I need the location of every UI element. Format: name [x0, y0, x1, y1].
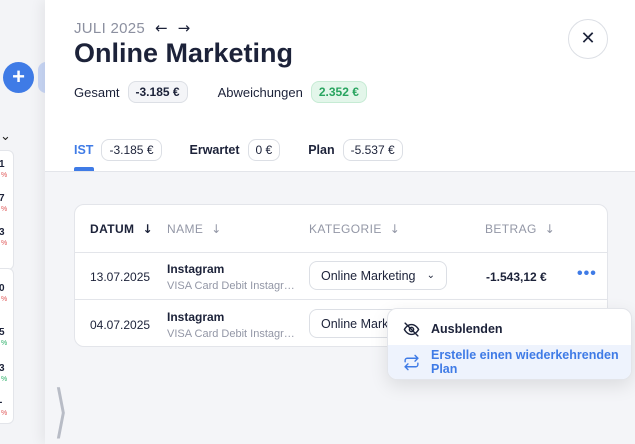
- date-cell: 13.07.2025: [90, 270, 151, 284]
- column-header-amount[interactable]: BETRAG ↓: [485, 222, 555, 236]
- card-delta: %: [1, 240, 8, 247]
- card-value: 7: [0, 193, 5, 204]
- table-row[interactable]: 13.07.2025 Instagram VISA Card Debit Ins…: [75, 253, 607, 300]
- menu-item-label: Erstelle einen wiederkehrenden Plan: [431, 348, 619, 376]
- arrow-left-icon[interactable]: ←: [155, 19, 168, 37]
- background-card: 1 % 7 % 3 %: [0, 150, 14, 270]
- transaction-name: Instagram: [167, 310, 225, 324]
- chevron-down-icon: ⌄: [426, 270, 435, 281]
- table-header: DATUM ↓ NAME ↓ KATEGORIE ↓ BETRAG ↓: [75, 205, 607, 253]
- total-value-badge: -3.185 €: [127, 81, 188, 103]
- amount-cell: -1.543,12 €: [486, 270, 547, 284]
- total-label: Gesamt: [74, 84, 120, 100]
- add-button[interactable]: +: [3, 62, 34, 93]
- tab-value-badge: -3.185 €: [101, 139, 162, 161]
- deviation-value-badge: 2.352 €: [310, 81, 367, 103]
- category-select[interactable]: Online Marketing ⌄: [309, 261, 447, 290]
- tab-erwartet[interactable]: Erwartet 0 €: [190, 139, 281, 161]
- transaction-name: Instagram: [167, 262, 225, 276]
- close-button[interactable]: ✕: [568, 19, 608, 59]
- card-delta: %: [1, 340, 8, 347]
- card-value: 1: [0, 159, 5, 170]
- date-cell: 04.07.2025: [90, 318, 151, 332]
- card-value: 5: [0, 327, 5, 338]
- name-cell: Instagram VISA Card Debit Instagr…: [167, 262, 295, 292]
- month-label: JULI 2025: [74, 19, 146, 37]
- card-delta: %: [1, 296, 8, 303]
- category-value: Online Marketing: [321, 268, 416, 283]
- column-label: DATUM: [90, 222, 135, 236]
- background-card: 0 % 5 % 3 % - %: [0, 268, 14, 424]
- card-value: 3: [0, 227, 5, 238]
- more-options-icon[interactable]: •••: [577, 265, 597, 283]
- tab-ist[interactable]: IST -3.185 €: [74, 139, 162, 161]
- tab-label: IST: [74, 143, 94, 157]
- expand-chevron-icon[interactable]: ⟩: [54, 380, 68, 444]
- column-header-category[interactable]: KATEGORIE ↓: [309, 222, 400, 236]
- card-delta: %: [1, 376, 8, 383]
- sort-arrow-icon: ↓: [211, 222, 222, 236]
- sort-arrow-icon: ↓: [544, 222, 556, 236]
- tab-bar: IST -3.185 € Erwartet 0 € Plan -5.537 €: [74, 139, 431, 161]
- tab-value-badge: -5.537 €: [342, 139, 403, 161]
- card-value: 3: [0, 363, 5, 374]
- sort-arrow-icon: ↓: [142, 222, 153, 236]
- card-value: -: [0, 397, 2, 408]
- tab-label: Plan: [308, 143, 335, 157]
- chevron-down-icon[interactable]: ⌄: [0, 128, 11, 144]
- card-delta: %: [1, 206, 8, 213]
- column-label: KATEGORIE: [309, 222, 382, 236]
- arrow-right-icon[interactable]: →: [178, 19, 191, 37]
- menu-item-hide[interactable]: Ausblenden: [388, 312, 631, 346]
- column-label: NAME: [167, 222, 204, 236]
- card-delta: %: [1, 410, 8, 417]
- category-value: Online Marke: [321, 316, 396, 331]
- tab-plan[interactable]: Plan -5.537 €: [308, 139, 403, 161]
- month-navigator: JULI 2025 ← →: [74, 19, 190, 37]
- tab-value-badge: 0 €: [247, 139, 281, 161]
- close-icon: ✕: [580, 28, 596, 49]
- card-value: 0: [0, 283, 5, 294]
- card-delta: %: [1, 172, 8, 179]
- eye-off-icon: [403, 321, 420, 338]
- row-options-menu: Ausblenden Erstelle einen wiederkehrende…: [387, 308, 632, 380]
- tab-label: Erwartet: [189, 143, 240, 157]
- deviation-label: Abweichungen: [217, 84, 303, 100]
- column-header-name[interactable]: NAME ↓: [167, 222, 222, 236]
- repeat-icon: [403, 354, 420, 371]
- menu-item-create-recurring-plan[interactable]: Erstelle einen wiederkehrenden Plan: [388, 345, 631, 379]
- summary-row: Gesamt -3.185 € Abweichungen 2.352 €: [74, 81, 367, 103]
- column-header-date[interactable]: DATUM ↓: [90, 222, 153, 236]
- name-cell: Instagram VISA Card Debit Instagr…: [167, 310, 295, 340]
- transaction-description: VISA Card Debit Instagr…: [167, 328, 295, 340]
- page-title: Online Marketing: [74, 38, 294, 68]
- sort-arrow-icon: ↓: [389, 222, 401, 236]
- transaction-description: VISA Card Debit Instagr…: [167, 280, 295, 292]
- menu-item-label: Ausblenden: [431, 322, 503, 336]
- column-label: BETRAG: [485, 222, 537, 236]
